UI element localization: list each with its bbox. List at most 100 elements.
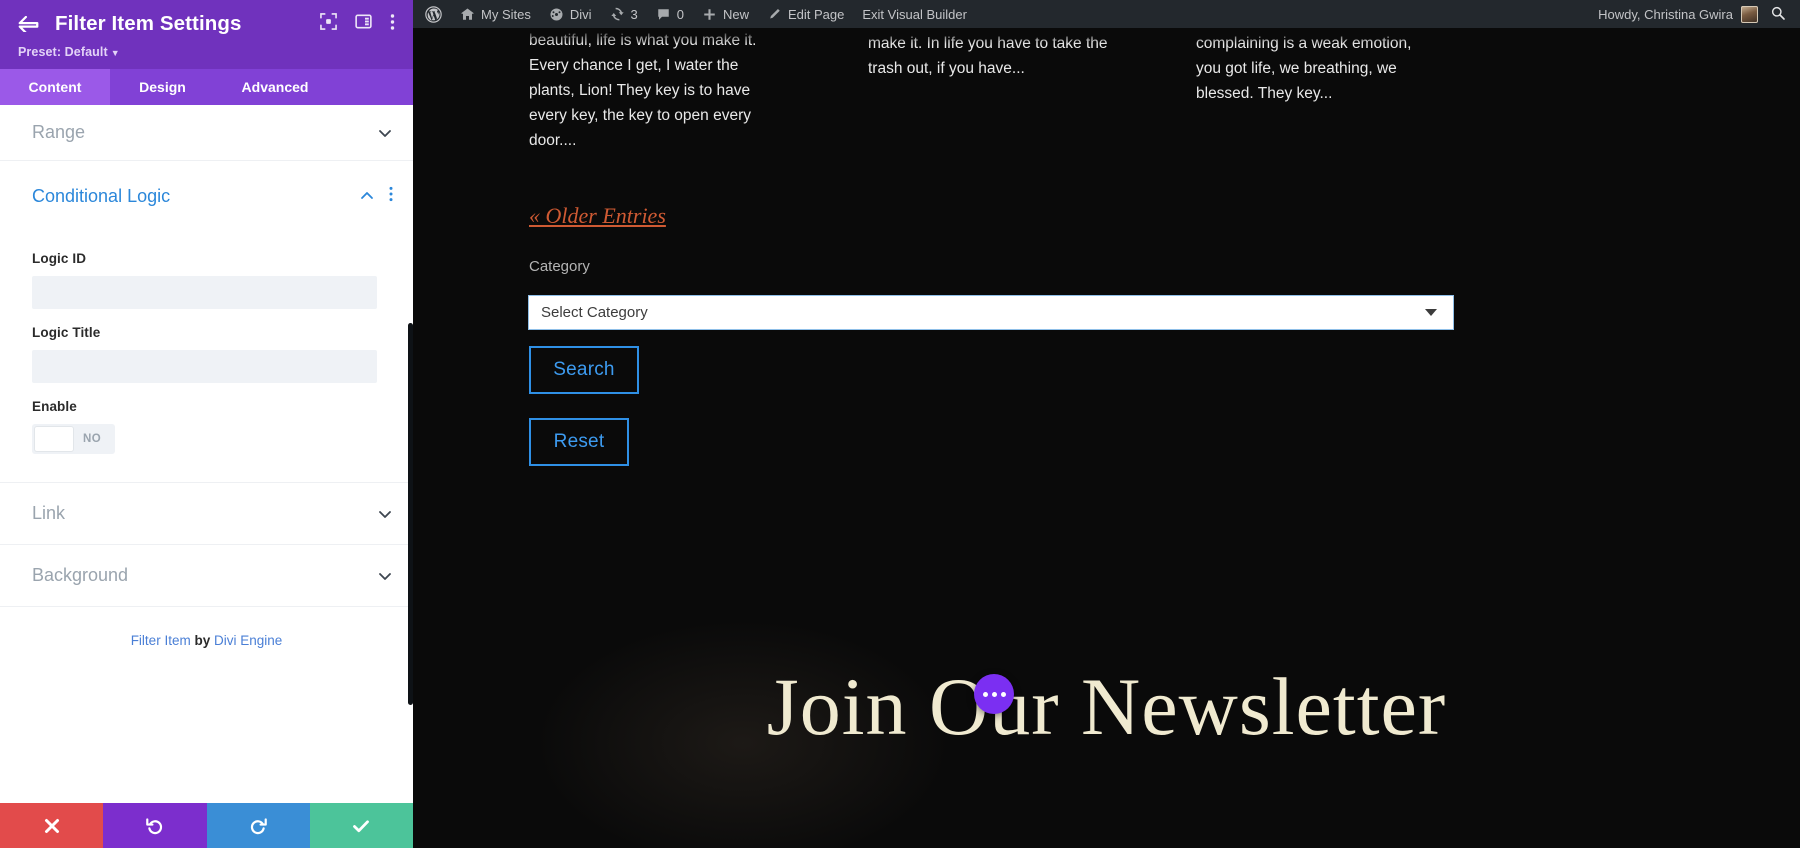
panel-scrollbar[interactable] [408, 323, 413, 705]
section-title: Conditional Logic [32, 186, 359, 207]
adminbar-my-sites[interactable]: My Sites [451, 0, 540, 28]
search-icon [1770, 5, 1786, 21]
adminbar-label: 3 [631, 7, 638, 22]
field-enable: Enable NO [32, 399, 381, 456]
adminbar-divi[interactable]: Divi [540, 0, 601, 28]
adminbar-exit-visual-builder[interactable]: Exit Visual Builder [853, 0, 976, 28]
credit-module-link[interactable]: Filter Item [131, 633, 191, 648]
fab-dot [983, 692, 988, 697]
adminbar-label: Edit Page [788, 7, 844, 22]
howdy-label: Howdy, Christina Gwira [1598, 7, 1733, 22]
category-select[interactable]: Select Category [529, 296, 1453, 329]
preset-selector[interactable]: Preset: Default▼ [18, 45, 395, 59]
toggle-knob [35, 427, 73, 451]
panel-tabs: Content Design Advanced [0, 69, 413, 105]
cancel-button[interactable] [0, 803, 103, 848]
panel-kebab-menu-icon[interactable] [390, 13, 395, 36]
panel-credit: Filter Item by Divi Engine [0, 607, 413, 648]
chevron-down-icon [377, 125, 393, 141]
section-background[interactable]: Background [0, 545, 413, 607]
tab-design[interactable]: Design [110, 69, 215, 105]
chevron-down-icon [377, 506, 393, 522]
chevron-up-icon [359, 188, 375, 204]
fab-dot [1001, 692, 1006, 697]
page-canvas: beautiful, life is what you make it. Eve… [413, 28, 1800, 848]
credit-by-text: by [194, 633, 210, 648]
enable-toggle[interactable]: NO [32, 424, 115, 454]
divi-menu-fab[interactable] [974, 674, 1014, 714]
chevron-down-icon [377, 568, 393, 584]
redo-button[interactable] [207, 803, 310, 848]
adminbar-label: New [723, 7, 749, 22]
tab-content[interactable]: Content [0, 69, 110, 105]
module-settings-panel: Filter Item Settings [0, 0, 413, 848]
updates-icon [610, 7, 625, 22]
chevron-down-icon [1425, 309, 1437, 316]
post-excerpt: should never complain, complaining is a … [1196, 28, 1436, 106]
newsletter-heading: Join Our Newsletter [413, 666, 1800, 748]
pencil-icon [767, 7, 782, 22]
adminbar-label: Exit Visual Builder [862, 7, 967, 22]
panel-footer [0, 803, 413, 848]
avatar [1741, 6, 1758, 23]
fab-dot [992, 692, 997, 697]
adminbar-updates[interactable]: 3 [601, 0, 647, 28]
category-select-value: Select Category [541, 304, 1425, 321]
app-root: My Sites Divi 3 0 [0, 0, 1800, 848]
field-label: Logic ID [32, 251, 381, 266]
field-logic-title: Logic Title [32, 325, 381, 383]
fullscreen-icon[interactable] [320, 13, 337, 35]
adminbar-label: 0 [677, 7, 684, 22]
panel-header-icons [320, 13, 395, 36]
section-conditional-logic[interactable]: Conditional Logic [0, 161, 413, 231]
section-kebab-menu-icon[interactable] [389, 186, 393, 207]
search-button[interactable]: Search [529, 346, 639, 394]
adminbar-label: My Sites [481, 7, 531, 22]
adminbar-edit-page[interactable]: Edit Page [758, 0, 853, 28]
tab-advanced[interactable]: Advanced [215, 69, 335, 105]
field-logic-id: Logic ID [32, 251, 381, 309]
logic-id-input[interactable] [32, 276, 377, 309]
undo-button[interactable] [103, 803, 206, 848]
section-title: Background [32, 565, 377, 586]
logic-title-input[interactable] [32, 350, 377, 383]
field-label: Enable [32, 399, 381, 414]
save-button[interactable] [310, 803, 413, 848]
sites-icon [460, 7, 475, 22]
divi-speedometer-icon [549, 7, 564, 22]
chevron-down-icon: ▼ [111, 48, 120, 58]
credit-vendor-link[interactable]: Divi Engine [214, 633, 282, 648]
panel-scroll-area: Range Conditional Logic [0, 105, 413, 803]
reset-button[interactable]: Reset [529, 418, 629, 466]
panel-header-row: Filter Item Settings [18, 12, 395, 36]
section-link[interactable]: Link [0, 483, 413, 545]
adminbar-comments[interactable]: 0 [647, 0, 693, 28]
panel-header: Filter Item Settings [0, 0, 413, 69]
older-entries-link[interactable]: « Older Entries [529, 203, 666, 229]
adminbar-account[interactable]: Howdy, Christina Gwira [1598, 6, 1758, 23]
wp-admin-bar: My Sites Divi 3 0 [413, 0, 1800, 28]
post-excerpt: beautiful, life is what you make it. Eve… [529, 28, 777, 154]
check-icon [351, 816, 371, 836]
panel-layout-icon[interactable] [355, 13, 372, 35]
adminbar-wordpress-logo[interactable] [413, 0, 451, 28]
post-excerpt: life is beautiful, life is what you make… [868, 28, 1118, 81]
conditional-logic-body: Logic ID Logic Title Enable NO [0, 231, 413, 483]
adminbar-search-button[interactable] [1758, 5, 1800, 24]
comments-icon [656, 7, 671, 22]
close-icon [43, 817, 61, 835]
plus-icon [702, 7, 717, 22]
preset-label: Preset: Default [18, 45, 108, 59]
undo-icon [145, 816, 164, 835]
section-range[interactable]: Range [0, 105, 413, 161]
section-title: Link [32, 503, 377, 524]
field-label: Logic Title [32, 325, 381, 340]
toggle-state-label: NO [73, 433, 112, 445]
adminbar-label: Divi [570, 7, 592, 22]
page-title: Filter Item Settings [55, 12, 320, 36]
redo-icon [249, 816, 268, 835]
section-title: Range [32, 122, 377, 143]
back-arrow-icon[interactable] [18, 15, 39, 36]
wordpress-logo-icon [425, 6, 442, 23]
adminbar-new[interactable]: New [693, 0, 758, 28]
